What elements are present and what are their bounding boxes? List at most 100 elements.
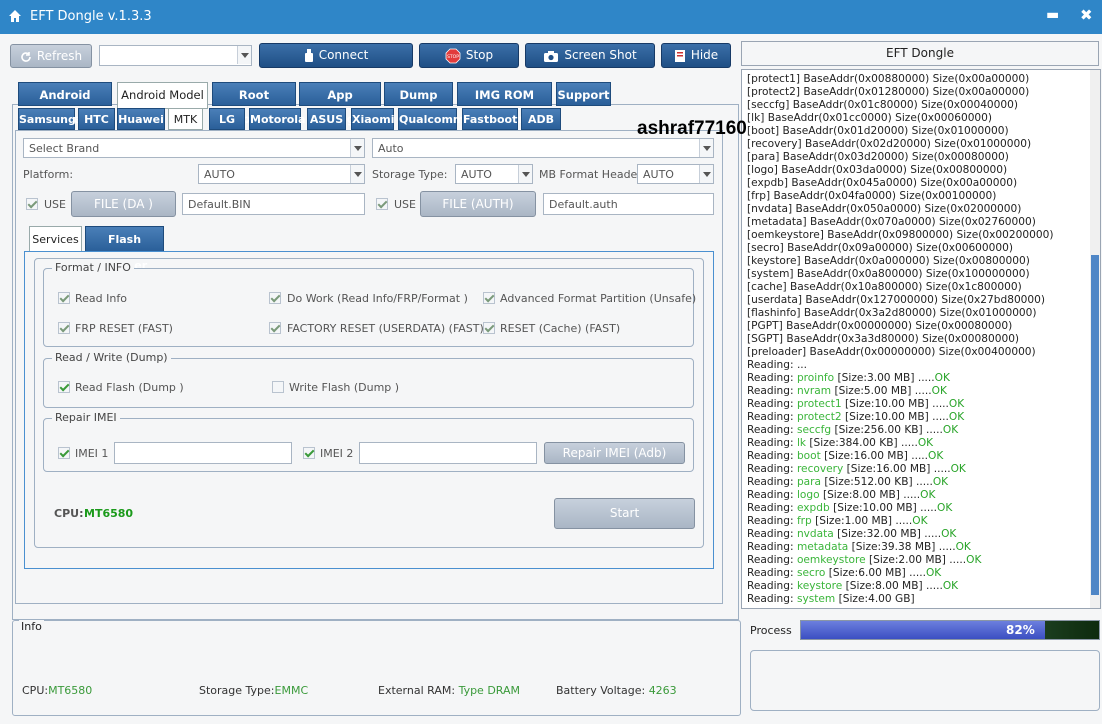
reading-prefix: Reading:: [747, 489, 797, 501]
reset-cache-checkbox[interactable]: [483, 322, 495, 334]
tab-fastboot[interactable]: Fastboot: [462, 108, 518, 130]
model-select[interactable]: Auto: [372, 138, 714, 158]
advanced-format-label: Advanced Format Partition (Unsafe): [500, 292, 697, 305]
scrollbar-thumb[interactable]: [1091, 255, 1099, 595]
log-line: Reading: ...: [742, 359, 1100, 372]
tab-htc[interactable]: HTC: [78, 108, 115, 130]
platform-select[interactable]: AUTO: [198, 164, 365, 184]
log-reading-line: Reading: para [Size:512.00 KB] .....OK: [742, 476, 1100, 489]
partition-size: [Size:512.00 KB] .....: [824, 476, 933, 488]
refresh-button[interactable]: Refresh: [10, 44, 92, 68]
info-battery: Battery Voltage: 4263: [556, 684, 677, 697]
tab-services[interactable]: Services: [29, 226, 82, 252]
log-line: [keystore] BaseAddr(0x0a000000) Size(0x0…: [747, 255, 1030, 267]
advanced-format-checkbox[interactable]: [483, 292, 495, 304]
stop-button[interactable]: STOP Stop: [419, 43, 519, 68]
partition-size: [Size:8.00 MB] .....: [845, 580, 943, 592]
chevron-down-icon: [699, 139, 713, 157]
tab-motorola[interactable]: Motorola: [249, 108, 306, 130]
partition-size: [Size:4.00 GB]: [838, 593, 915, 605]
partition-name: protect2: [796, 411, 842, 423]
tab-img-rom-editor[interactable]: IMG ROM Editor: [457, 82, 552, 126]
storage-type-label: Storage Type:: [372, 168, 448, 181]
mb-format-select[interactable]: AUTO: [637, 164, 714, 184]
minimize-button[interactable]: ▬: [1046, 7, 1059, 23]
screenshot-button[interactable]: Screen Shot: [525, 43, 655, 68]
close-button[interactable]: ✖: [1080, 6, 1093, 24]
process-label: Process: [750, 624, 792, 637]
connect-button[interactable]: Connect: [259, 43, 413, 68]
refresh-icon: [21, 51, 31, 62]
ok-status: OK: [942, 424, 959, 436]
info-storage-label: Storage Type:: [199, 684, 275, 697]
partition-name: recovery: [796, 463, 844, 475]
read-info-checkbox[interactable]: [58, 292, 70, 304]
tab-mtk[interactable]: MTK: [168, 108, 203, 130]
start-button[interactable]: Start: [554, 498, 695, 529]
tab-support[interactable]: Support: [556, 82, 611, 106]
tab-asus[interactable]: ASUS: [307, 108, 346, 130]
repair-imei-button[interactable]: Repair IMEI (Adb): [544, 442, 685, 464]
partition-name: system: [796, 593, 836, 605]
da-path-field[interactable]: Default.BIN: [182, 193, 365, 215]
frp-reset-checkbox[interactable]: [58, 322, 70, 334]
partition-name: keystore: [796, 580, 843, 592]
tab-android-kitchen[interactable]: Android Kitchen: [18, 82, 112, 126]
platform-value: AUTO: [204, 168, 235, 181]
log-line: [logo] BaseAddr(0x03da0000) Size(0x00800…: [747, 164, 1008, 176]
log-line: [secro] BaseAddr(0x09a00000) Size(0x0060…: [747, 242, 1014, 254]
tab-dump-rom[interactable]: Dump Rom: [384, 82, 453, 126]
reading-prefix: Reading:: [747, 372, 797, 384]
port-select[interactable]: [99, 45, 252, 66]
partition-name: boot: [796, 450, 821, 462]
storage-type-select[interactable]: AUTO: [455, 164, 533, 184]
reset-cache-label: RESET (Cache) (FAST): [500, 322, 621, 335]
partition-name: metadata: [796, 541, 849, 553]
svg-text:STOP: STOP: [447, 54, 459, 60]
tab-qualcomm[interactable]: Qualcomm: [398, 108, 464, 130]
partition-size: [Size:1.00 MB] .....: [815, 515, 913, 527]
mb-format-label: MB Format Header: [539, 168, 642, 181]
reading-prefix: Reading:: [747, 580, 797, 592]
tab-adb[interactable]: ADB: [521, 108, 561, 130]
use-auth-checkbox[interactable]: [376, 198, 388, 210]
log-reading-line: Reading: boot [Size:16.00 MB] .....OK: [742, 450, 1100, 463]
use-da-checkbox[interactable]: [26, 198, 38, 210]
tab-huawei[interactable]: Huawei: [117, 108, 165, 130]
reading-prefix: Reading:: [747, 398, 797, 410]
factory-reset-checkbox[interactable]: [269, 322, 281, 334]
imei1-checkbox[interactable]: [58, 447, 70, 459]
reading-prefix: Reading:: [747, 593, 797, 605]
log-line: [seccfg] BaseAddr(0x01c80000) Size(0x000…: [747, 99, 1019, 111]
tab-xiaomi[interactable]: Xiaomi: [351, 108, 394, 130]
hide-button[interactable]: Hide: [661, 43, 731, 68]
log-line: [protect2] BaseAddr(0x01280000) Size(0x0…: [747, 86, 1030, 98]
log-reading-line: Reading: frp [Size:1.00 MB] .....OK: [742, 515, 1100, 528]
brand-select[interactable]: Select Brand: [23, 138, 365, 158]
tab-android-model[interactable]: Android Model: [117, 82, 208, 109]
write-flash-checkbox[interactable]: [272, 381, 284, 393]
tab-flash-scatter[interactable]: Flash Scatter: [85, 226, 164, 272]
file-auth-button[interactable]: FILE (AUTH): [420, 191, 536, 217]
file-da-button[interactable]: FILE (DA ): [71, 191, 176, 217]
imei2-field[interactable]: [359, 442, 537, 464]
log-line: [protect1] BaseAddr(0x00880000) Size(0x0…: [747, 73, 1030, 85]
log-scrollbar[interactable]: [1090, 70, 1100, 608]
log-line: [recovery] BaseAddr(0x02d20000) Size(0x0…: [747, 138, 1032, 150]
log-line: [system] BaseAddr(0x0a800000) Size(0x100…: [747, 268, 1030, 280]
partition-name: logo: [796, 489, 820, 501]
tab-lg[interactable]: LG: [209, 108, 245, 130]
tab-root-explorer[interactable]: Root Explorer: [212, 82, 296, 126]
do-work-checkbox[interactable]: [269, 292, 281, 304]
log-line: [preloader] BaseAddr(0x00000000) Size(0x…: [747, 346, 1036, 358]
imei1-field[interactable]: [114, 442, 292, 464]
imei2-checkbox[interactable]: [303, 447, 315, 459]
tab-app-manager[interactable]: App Manager: [299, 82, 381, 126]
tab-samsung[interactable]: Samsung: [18, 108, 76, 130]
read-flash-checkbox[interactable]: [58, 381, 70, 393]
log-reading-line: Reading: protect1 [Size:10.00 MB] .....O…: [742, 398, 1100, 411]
auth-path-field[interactable]: Default.auth: [543, 193, 714, 215]
brand-select-value: Select Brand: [29, 142, 100, 155]
reading-prefix: Reading:: [747, 476, 797, 488]
log-reading-line: Reading: oemkeystore [Size:2.00 MB] ....…: [742, 554, 1100, 567]
